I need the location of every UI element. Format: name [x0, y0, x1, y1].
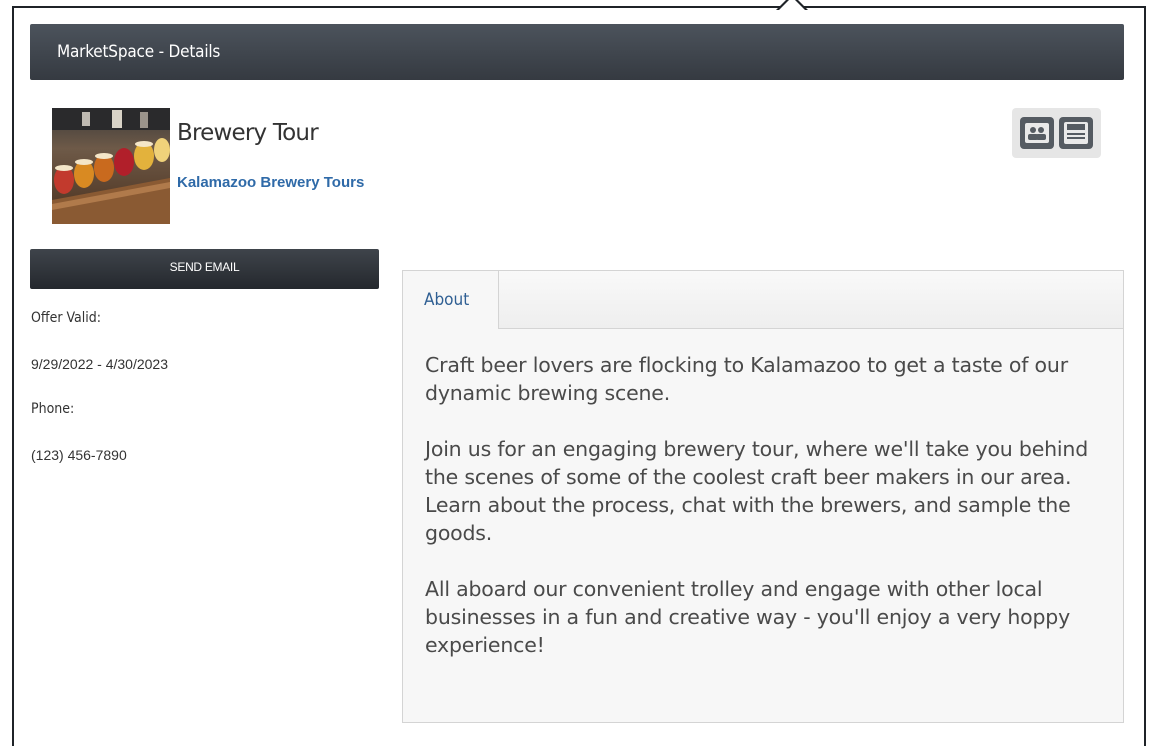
- details-tab-panel: About Craft beer lovers are flocking to …: [402, 270, 1124, 723]
- dialog-header: MarketSpace - Details: [30, 24, 1124, 80]
- offer-valid-label: Offer Valid:: [31, 310, 101, 326]
- vendor-link[interactable]: Kalamazoo Brewery Tours: [177, 174, 364, 191]
- dialog-title: MarketSpace - Details: [57, 42, 221, 62]
- listing-title: Brewery Tour: [177, 120, 319, 146]
- beer-flight-photo-icon: [52, 108, 170, 224]
- contacts-button[interactable]: [1020, 117, 1054, 149]
- phone-value: (123) 456-7890: [31, 447, 127, 463]
- contacts-icon: [1025, 123, 1049, 143]
- tab-about[interactable]: About: [403, 271, 499, 329]
- about-paragraph: All aboard our convenient trolley and en…: [425, 577, 1071, 657]
- phone-label: Phone:: [31, 401, 75, 417]
- offer-valid-value: 9/29/2022 - 4/30/2023: [31, 356, 169, 372]
- tab-active-indicator: [403, 328, 498, 330]
- tab-strip: About: [403, 271, 1123, 330]
- send-email-button[interactable]: SEND EMAIL: [30, 249, 379, 289]
- about-paragraph: Join us for an engaging brewery tour, wh…: [425, 437, 1089, 545]
- save-icon: [1064, 122, 1088, 144]
- listing-thumbnail: [52, 108, 170, 224]
- action-icon-group: [1012, 108, 1101, 158]
- dialog-pointer-fill: [778, 0, 806, 11]
- save-button[interactable]: [1059, 117, 1093, 149]
- about-paragraph: Craft beer lovers are flocking to Kalama…: [425, 353, 1068, 405]
- tab-about-label: About: [424, 290, 470, 310]
- about-content: Craft beer lovers are flocking to Kalama…: [425, 351, 1115, 687]
